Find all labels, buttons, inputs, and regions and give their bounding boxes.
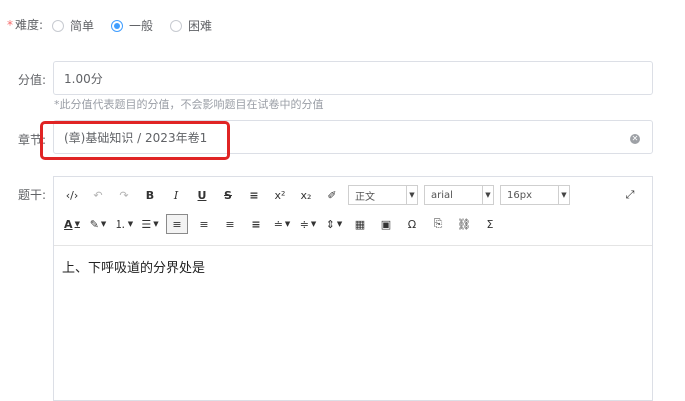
- align-right-icon[interactable]: ≡: [220, 214, 240, 234]
- highlight-box: [40, 121, 230, 160]
- radio-normal[interactable]: 一般: [111, 17, 153, 34]
- radio-circle[interactable]: [170, 19, 182, 32]
- redo-icon[interactable]: ↷: [114, 185, 134, 205]
- bold-icon[interactable]: B: [140, 185, 160, 205]
- fullscreen-icon[interactable]: ⤢: [620, 185, 640, 205]
- justify-icon[interactable]: ≡: [246, 214, 266, 234]
- special-char-icon[interactable]: Ω: [402, 214, 422, 234]
- superscript-icon[interactable]: x²: [270, 185, 290, 205]
- source-code-icon[interactable]: ‹/›: [62, 185, 82, 205]
- score-value: 1.00分: [64, 71, 103, 86]
- font-family-select[interactable]: arial ▼: [424, 185, 494, 205]
- unordered-list-icon[interactable]: ☰ ▼: [140, 214, 160, 234]
- stem-label: 题干:: [18, 188, 47, 202]
- font-family-value: arial: [431, 189, 453, 201]
- underline-icon[interactable]: U: [192, 185, 212, 205]
- align-center-icon[interactable]: ≡: [194, 214, 214, 234]
- highlight-color-icon[interactable]: ✎ ▼: [88, 214, 108, 234]
- link-icon[interactable]: ⛓: [454, 214, 474, 234]
- italic-icon[interactable]: I: [166, 185, 186, 205]
- editor-toolbar: ‹/› ↶ ↷ B I U S ≡ x² x₂ ✐ 正文 ▼ arial ▼ 1…: [54, 177, 652, 246]
- radio-normal-label: 一般: [129, 19, 154, 33]
- editor-content[interactable]: 上、下呼吸道的分界处是: [62, 257, 205, 276]
- line-height-icon[interactable]: ⇕ ▼: [324, 214, 344, 234]
- formula-icon[interactable]: Σ: [480, 214, 500, 234]
- chevron-down-icon: ▼: [482, 186, 493, 204]
- close-circle-icon[interactable]: ✕: [630, 134, 640, 144]
- paragraph-select[interactable]: 正文 ▼: [348, 185, 418, 205]
- radio-easy[interactable]: 简单: [52, 17, 94, 34]
- radio-hard[interactable]: 困难: [170, 17, 212, 34]
- font-size-select[interactable]: 16px ▼: [500, 185, 570, 205]
- template-icon[interactable]: ⎘: [428, 214, 448, 234]
- difficulty-label: * 难度:: [7, 18, 44, 32]
- undo-icon[interactable]: ↶: [88, 185, 108, 205]
- font-color-icon[interactable]: A ▼: [62, 214, 82, 234]
- radio-circle-checked[interactable]: [111, 19, 123, 32]
- score-label: 分值:: [18, 73, 47, 87]
- blockquote-icon[interactable]: ≡: [244, 185, 264, 205]
- table-icon[interactable]: ▦: [350, 214, 370, 234]
- subscript-icon[interactable]: x₂: [296, 185, 316, 205]
- font-size-value: 16px: [507, 189, 532, 201]
- paragraph-select-value: 正文: [355, 191, 375, 203]
- row-spacing-top-icon[interactable]: ≐ ▼: [272, 214, 292, 234]
- radio-easy-label: 简单: [70, 19, 95, 33]
- align-left-icon[interactable]: ≡: [166, 214, 188, 234]
- ordered-list-icon[interactable]: ⒈ ▼: [114, 214, 134, 234]
- eraser-icon[interactable]: ✐: [322, 185, 342, 205]
- score-input[interactable]: 1.00分: [53, 61, 653, 95]
- radio-hard-label: 困难: [188, 19, 213, 33]
- strikethrough-icon[interactable]: S: [218, 185, 238, 205]
- radio-circle[interactable]: [52, 19, 64, 32]
- required-mark: *: [7, 18, 13, 32]
- chevron-down-icon: ▼: [406, 186, 417, 204]
- chevron-down-icon: ▼: [558, 186, 569, 204]
- image-icon[interactable]: ▣: [376, 214, 396, 234]
- row-spacing-bottom-icon[interactable]: ≑ ▼: [298, 214, 318, 234]
- score-hint: *此分值代表题目的分值，不会影响题目在试卷中的分值: [54, 98, 324, 111]
- rich-text-editor[interactable]: ‹/› ↶ ↷ B I U S ≡ x² x₂ ✐ 正文 ▼ arial ▼ 1…: [53, 176, 653, 401]
